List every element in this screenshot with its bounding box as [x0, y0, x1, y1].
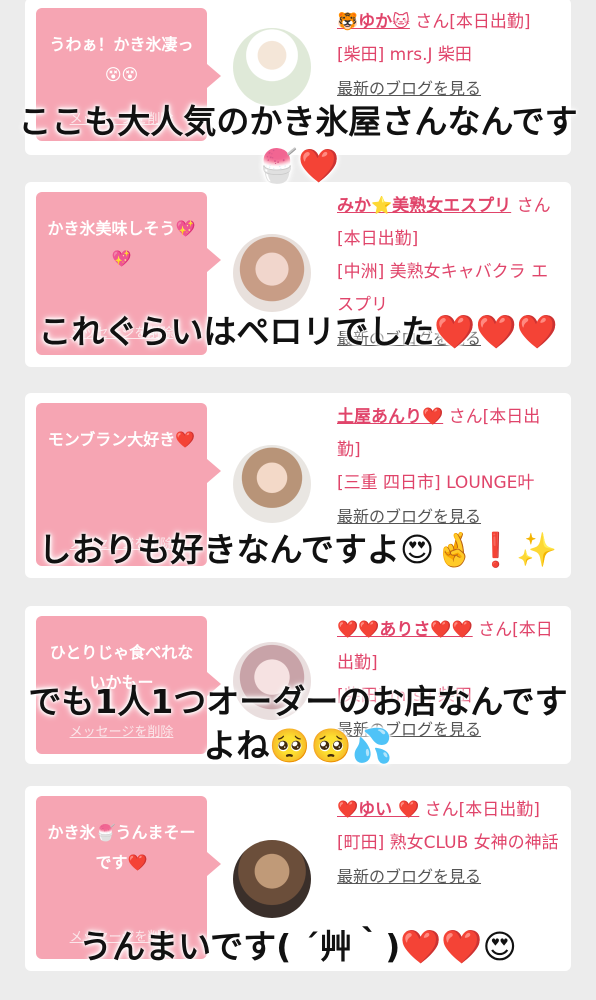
avatar[interactable]	[233, 840, 311, 918]
avatar[interactable]	[233, 234, 311, 312]
cast-status: さん[本日出勤]	[424, 800, 540, 820]
shop-name: [町田] 熟女CLUB 女神の神話	[337, 833, 559, 853]
caption-overlay: これぐらいはペロリでした❤️❤️❤️	[38, 312, 558, 351]
cast-name-link[interactable]: ❤️❤️ありさ❤️❤️	[337, 620, 473, 640]
caption-overlay: でも1人1つオーダーのお店なんですよね🥺🥺💦	[28, 682, 568, 765]
avatar[interactable]	[233, 28, 311, 106]
cast-name-link[interactable]: 土屋あんり❤️	[337, 407, 443, 427]
caption-overlay: うんまいです( ´艸｀)❤️❤️😍	[79, 927, 517, 966]
cast-info: ❤️ゆい ❤️ さん[本日出勤] [町田] 熟女CLUB 女神の神話 最新のブロ…	[337, 794, 562, 893]
cast-name-link[interactable]: 🐯ゆか🐱	[337, 12, 410, 32]
avatar[interactable]	[233, 445, 311, 523]
message-text: かき氷🍧うんまそーです❤️	[47, 823, 196, 872]
cast-status: さん[本日出勤]	[415, 12, 531, 32]
cast-info: 🐯ゆか🐱 さん[本日出勤] [柴田] mrs.J 柴田 最新のブログを見る	[337, 6, 562, 105]
cast-info: 土屋あんり❤️ さん[本日出勤] [三重 四日市] LOUNGE叶 最新のブログ…	[337, 401, 562, 533]
shop-name: [三重 四日市] LOUNGE叶	[337, 473, 535, 493]
caption-overlay: ここも大人気のかき氷屋さんなんです🍧❤️	[18, 102, 578, 185]
message-text: モンブラン大好き❤️	[47, 430, 196, 449]
shop-name: [柴田] mrs.J 柴田	[337, 45, 472, 65]
message-text: うわぁ！かき氷凄っ😵😵	[49, 35, 194, 84]
blog-link[interactable]: 最新のブログを見る	[337, 860, 562, 893]
cast-name-link[interactable]: ❤️ゆい ❤️	[337, 800, 419, 820]
message-text: かき氷美味しそう💖💖	[47, 219, 196, 268]
cast-name-link[interactable]: みか⭐美熟女エスプリ	[337, 196, 511, 216]
caption-overlay: しおりも好きなんですよ😍🤞❗✨	[38, 530, 558, 569]
